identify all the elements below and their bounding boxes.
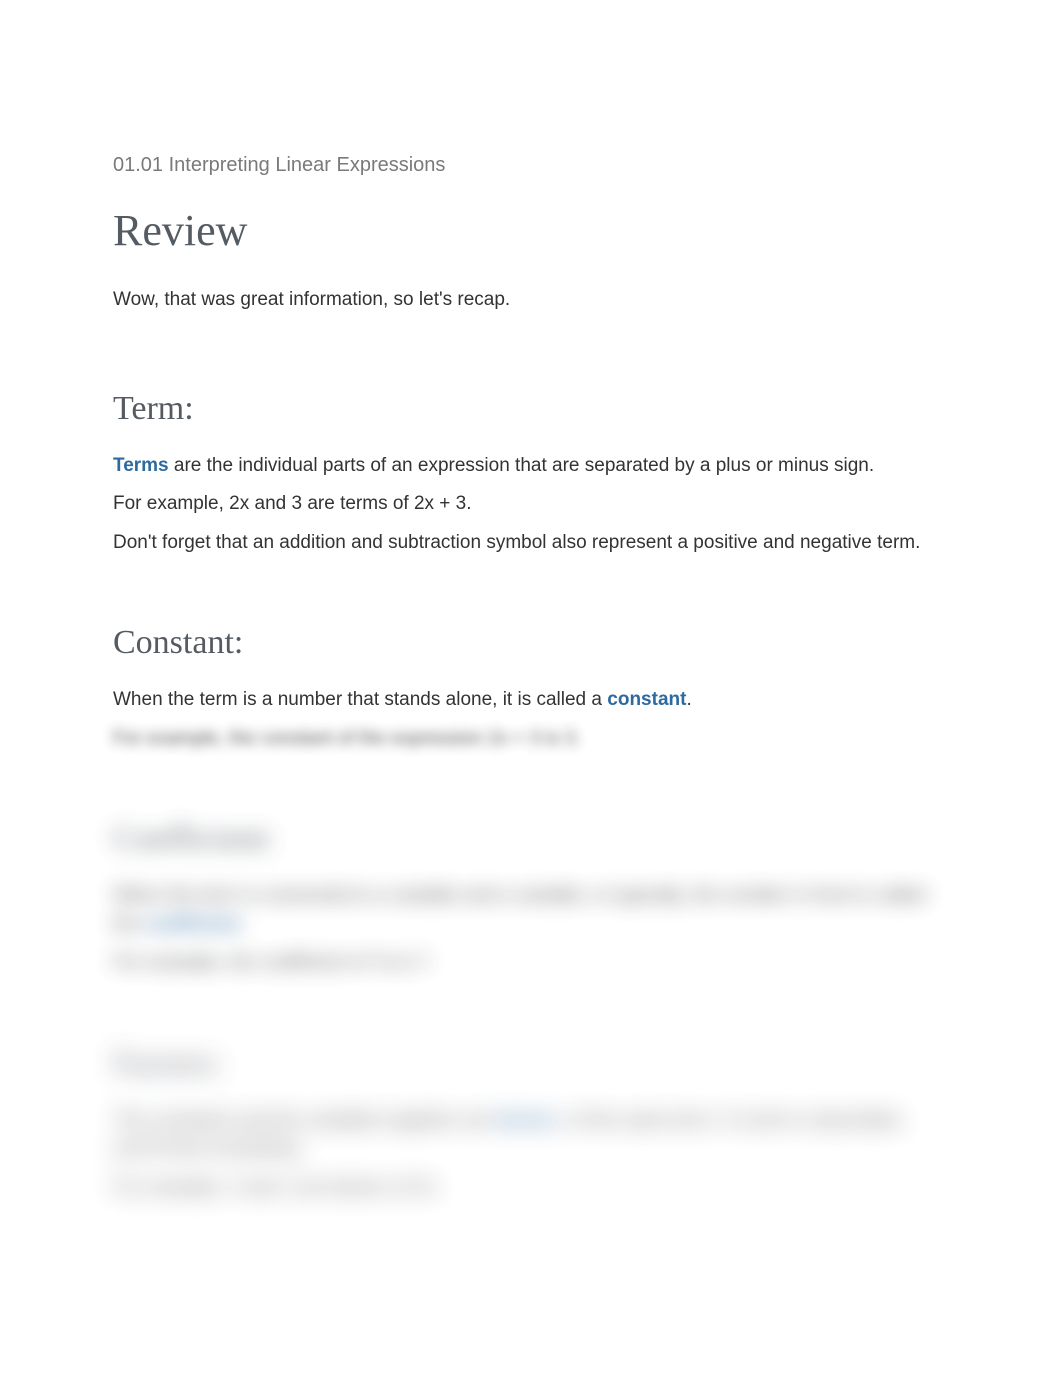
coefficient-def-after: . xyxy=(240,914,245,935)
term-heading: Term: xyxy=(113,383,949,434)
intro-text: Wow, that was great information, so let'… xyxy=(113,286,949,315)
factors-example: For example, 4 and n are factors of 4n. xyxy=(113,1174,949,1203)
coefficient-example: For example, the coefficient of 7a is 7. xyxy=(113,949,949,978)
constant-heading: Constant: xyxy=(113,617,949,668)
factors-key: factors xyxy=(495,1110,558,1131)
coefficient-key: coefficient xyxy=(145,914,240,935)
constant-def-before: When the term is a number that stands al… xyxy=(113,689,607,710)
section-factors: Factors: The constants and the variables… xyxy=(113,1038,949,1203)
constant-example: For example, the constant of the express… xyxy=(113,725,949,754)
term-note: Don't forget that an addition and subtra… xyxy=(113,529,949,558)
coefficient-heading: Coefficient: xyxy=(113,813,949,864)
constant-def-after: . xyxy=(686,689,691,710)
factors-def-before: The constants and the variables together… xyxy=(113,1110,495,1131)
section-term: Term: Terms are the individual parts of … xyxy=(113,383,949,558)
term-example: For example, 2x and 3 are terms of 2x + … xyxy=(113,490,949,519)
section-constant: Constant: When the term is a number that… xyxy=(113,617,949,753)
factors-heading: Factors: xyxy=(113,1038,949,1089)
section-coefficient: Coefficient: When the term is connected … xyxy=(113,813,949,978)
breadcrumb: 01.01 Interpreting Linear Expressions xyxy=(113,150,949,180)
term-key: Terms xyxy=(113,455,169,476)
constant-definition: When the term is a number that stands al… xyxy=(113,686,949,715)
term-def-rest: are the individual parts of an expressio… xyxy=(169,455,875,476)
factors-definition: The constants and the variables together… xyxy=(113,1107,949,1164)
page-title: Review xyxy=(113,198,949,264)
constant-key: constant xyxy=(607,689,686,710)
coefficient-definition: When the term is connected to a variable… xyxy=(113,882,949,939)
term-definition: Terms are the individual parts of an exp… xyxy=(113,452,949,481)
